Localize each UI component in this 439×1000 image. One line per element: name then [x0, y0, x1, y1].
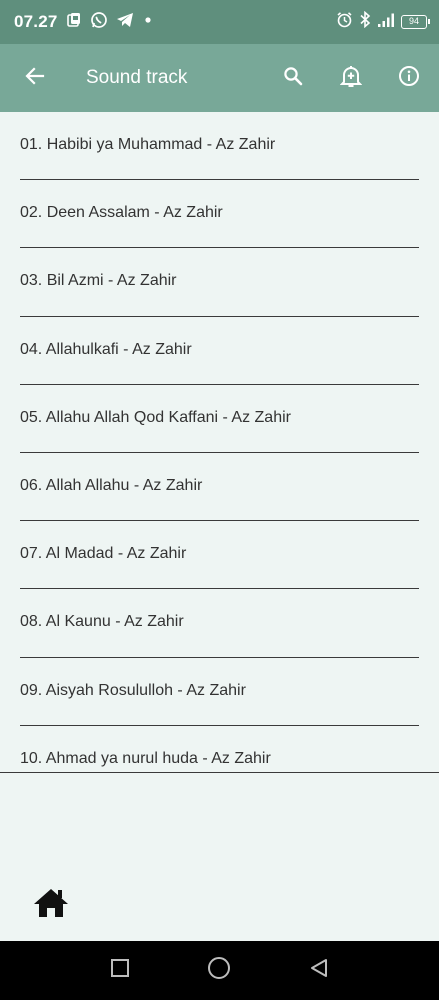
home-circle-icon	[206, 955, 232, 986]
back-triangle-icon	[308, 957, 330, 984]
track-item[interactable]: 09. Aisyah Rosululloh - Az Zahir	[20, 658, 419, 726]
track-title: 07. Al Madad - Az Zahir	[20, 545, 187, 563]
track-title: 01. Habibi ya Muhammad - Az Zahir	[20, 136, 276, 153]
back-button[interactable]	[18, 61, 52, 95]
info-button[interactable]	[389, 58, 429, 98]
track-item[interactable]: 01. Habibi ya Muhammad - Az Zahir	[20, 112, 419, 181]
track-item[interactable]: 08. Al Kaunu - Az Zahir	[20, 589, 419, 658]
track-list[interactable]: 01. Habibi ya Muhammad - Az Zahir 02. De…	[0, 112, 439, 774]
search-icon	[283, 66, 303, 91]
list-divider	[0, 772, 439, 773]
track-title: 06. Allah Allahu - Az Zahir	[20, 476, 203, 494]
back-arrow-icon	[25, 66, 45, 91]
track-title: 02. Deen Assalam - Az Zahir	[20, 204, 223, 222]
track-item[interactable]: 07. Al Madad - Az Zahir	[20, 521, 419, 590]
track-title: 10. Ahmad ya nurul huda - Az Zahir	[20, 749, 271, 767]
recents-square-icon	[109, 957, 131, 984]
track-title: 08. Al Kaunu - Az Zahir	[20, 613, 184, 631]
dot-icon	[142, 13, 154, 31]
battery-icon: 94	[401, 15, 430, 29]
track-title: 09. Aisyah Rosululloh - Az Zahir	[20, 681, 246, 699]
add-notification-button[interactable]	[331, 58, 371, 98]
page-title: Sound track	[86, 67, 188, 88]
recents-button[interactable]	[100, 951, 140, 991]
track-title: 05. Allahu Allah Qod Kaffani - Az Zahir	[20, 408, 291, 426]
track-item[interactable]: 05. Allahu Allah Qod Kaffani - Az Zahir	[20, 385, 419, 453]
alarm-icon	[336, 11, 353, 33]
bluetooth-icon	[359, 10, 371, 33]
status-bar: 07.27 94	[0, 0, 439, 44]
search-button[interactable]	[273, 58, 313, 98]
track-item[interactable]: 03. Bil Azmi - Az Zahir	[20, 248, 419, 317]
info-icon	[398, 65, 420, 92]
home-button[interactable]	[32, 886, 70, 920]
navigation-bar	[0, 941, 439, 1000]
track-item[interactable]: 04. Allahulkafi - Az Zahir	[20, 317, 419, 385]
signal-icon	[377, 12, 395, 33]
system-icons: 94	[336, 10, 430, 33]
gallery-icon	[66, 12, 82, 33]
back-nav-button[interactable]	[299, 951, 339, 991]
track-item[interactable]: 02. Deen Assalam - Az Zahir	[20, 180, 419, 249]
notification-icons	[66, 11, 154, 34]
track-title: 04. Allahulkafi - Az Zahir	[20, 340, 192, 358]
app-bar: Sound track	[0, 44, 439, 112]
home-icon	[32, 889, 70, 924]
status-time: 07.27	[14, 12, 58, 31]
bell-add-icon	[339, 64, 363, 93]
home-nav-button[interactable]	[199, 951, 239, 991]
track-item[interactable]: 06. Allah Allahu - Az Zahir	[20, 453, 419, 522]
track-item[interactable]: 10. Ahmad ya nurul huda - Az Zahir	[20, 726, 419, 774]
track-title: 03. Bil Azmi - Az Zahir	[20, 272, 177, 290]
whatsapp-icon	[90, 11, 108, 34]
telegram-icon	[116, 12, 134, 33]
